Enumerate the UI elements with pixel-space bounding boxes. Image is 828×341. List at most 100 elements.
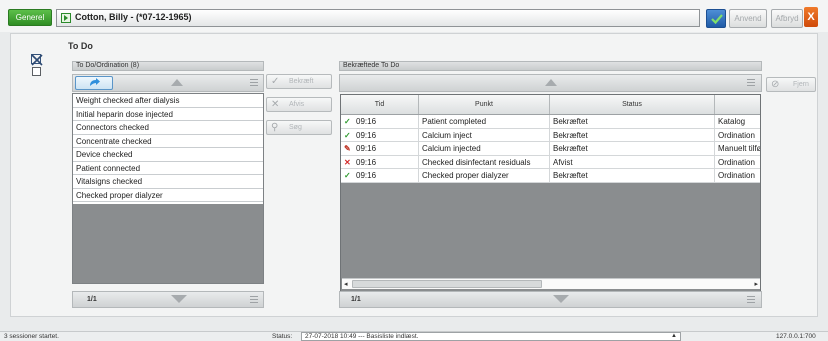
top-toolbar: Generel Cotton, Billy - (*07-12-1965) An… — [0, 0, 828, 32]
table-row[interactable]: ✕ 09:16 Checked disinfectant residuals Afvi… — [341, 155, 760, 169]
check-icon: ✓ — [344, 171, 351, 180]
afvis-label: Afvis — [289, 101, 305, 108]
column-header-tid[interactable]: Tid — [341, 95, 419, 114]
status-dropdown[interactable]: 27-07-2018 10:49 --- Basisliste indlæst.… — [301, 332, 681, 341]
cell-source: Ordination — [715, 156, 760, 169]
confirmed-panel-title: Bekræftede To Do — [339, 61, 762, 71]
list-item[interactable]: Vitalsigns checked — [73, 175, 263, 189]
scroll-up-icon[interactable] — [171, 79, 183, 86]
cross-icon: ✕ — [271, 99, 280, 110]
table-row[interactable]: ✓ 09:16 Calcium inject Bekræftet Ordination — [341, 128, 760, 142]
cell-punkt: Checked proper dialyzer — [419, 169, 550, 182]
scroll-up-icon[interactable] — [545, 79, 557, 86]
fjern-label: Fjern — [793, 81, 809, 88]
confirmed-table: Tid Punkt Status ✓ 09:16 Patient completed… — [340, 94, 761, 292]
fjern-button[interactable]: ⊘ Fjern — [766, 77, 816, 92]
tid-value: 09:16 — [356, 144, 377, 153]
cell-status: Afvist — [550, 155, 715, 168]
todo-pager: 1/1 — [87, 296, 97, 303]
patient-icon — [61, 13, 71, 23]
cell-punkt: Calcium inject — [419, 128, 550, 141]
todo-list: Weight checked after dialysis Initial hep… — [73, 94, 263, 204]
close-button[interactable]: X — [804, 7, 818, 27]
cell-status: Bekræftet — [550, 115, 715, 128]
cell-status: Bekræftet — [550, 169, 715, 182]
cell-source: Katalog — [715, 115, 760, 128]
afvis-button[interactable]: ✕ Afvis — [266, 97, 332, 112]
bekraeft-label: Bekræft — [289, 78, 314, 85]
check-all-checkbox[interactable] — [31, 54, 43, 66]
generel-button[interactable]: Generel — [8, 9, 52, 26]
soeg-label: Søg — [289, 124, 302, 131]
patient-name: Cotton, Billy - (*07-12-1965) — [75, 12, 192, 22]
cross-icon: ✕ — [344, 157, 351, 167]
list-item[interactable]: Initial heparin dose injected — [73, 108, 263, 121]
tid-value: 09:16 — [356, 157, 377, 167]
confirmed-panel-footer: 1/1 — [339, 291, 762, 308]
refresh-icon — [90, 78, 100, 86]
scroll-top-icon[interactable] — [249, 78, 259, 88]
tid-value: 09:16 — [356, 130, 377, 140]
horizontal-scrollbar[interactable]: ◂ ▸ — [342, 278, 760, 289]
pencil-icon: ✎ — [344, 144, 351, 153]
table-header: Tid Punkt Status — [341, 95, 760, 115]
cross-mark-icon — [31, 54, 43, 66]
list-item[interactable]: Weight checked after dialysis — [73, 94, 263, 108]
tid-value: 09:16 — [356, 171, 377, 180]
check-icon: ✓ — [271, 76, 280, 87]
search-icon: ⚲ — [271, 122, 279, 133]
scrollbar-thumb[interactable] — [352, 280, 542, 288]
dropdown-arrow-icon[interactable]: ▲ — [671, 333, 677, 340]
list-item[interactable]: Patient connected — [73, 162, 263, 175]
table-row[interactable]: ✓ 09:16 Patient completed Bekræftet Katalog — [341, 115, 760, 129]
status-bar: 3 sessioner startet. Status: 27-07-2018 … — [0, 331, 828, 341]
cell-source: Manuelt tilfø — [715, 142, 760, 155]
scroll-right-icon[interactable]: ▸ — [754, 280, 758, 288]
scroll-down-icon[interactable] — [171, 295, 187, 303]
bekraeft-button[interactable]: ✓ Bekræft — [266, 74, 332, 89]
sessions-text: 3 sessioner startet. — [4, 333, 59, 340]
check-icon: ✓ — [344, 130, 351, 140]
cell-source: Ordination — [715, 169, 760, 182]
scroll-top-icon[interactable] — [746, 78, 756, 88]
table-row[interactable]: ✎ 09:16 Calcium injected Bekræftet Manuelt t… — [341, 142, 760, 156]
afbryd-button[interactable]: Afbryd — [771, 9, 803, 28]
list-item[interactable]: Device checked — [73, 148, 263, 162]
confirmed-pager: 1/1 — [351, 296, 361, 303]
column-header-punkt[interactable]: Punkt — [419, 95, 550, 114]
cell-punkt: Checked disinfectant residuals — [419, 155, 550, 168]
cell-punkt: Patient completed — [419, 115, 550, 128]
table-row[interactable]: ✓ 09:16 Checked proper dialyzer Bekræftet Or… — [341, 169, 760, 183]
status-value: 27-07-2018 10:49 --- Basisliste indlæst. — [305, 333, 419, 340]
scroll-down-icon[interactable] — [553, 295, 569, 303]
patient-selector[interactable]: Cotton, Billy - (*07-12-1965) — [56, 9, 700, 27]
cell-tid: ✓ 09:16 — [341, 115, 419, 128]
remove-icon: ⊘ — [771, 79, 780, 90]
todo-panel-footer: 1/1 — [72, 291, 264, 308]
list-item[interactable]: Checked proper dialyzer — [73, 189, 263, 202]
table-body: ✓ 09:16 Patient completed Bekræftet Katalog ✓… — [341, 115, 760, 183]
scroll-bottom-icon[interactable] — [249, 295, 259, 305]
cell-punkt: Calcium injected — [419, 142, 550, 155]
confirmed-panel-scroll-header — [339, 74, 762, 92]
scroll-bottom-icon[interactable] — [746, 295, 756, 305]
cell-tid: ✓ 09:16 — [341, 169, 419, 182]
scroll-left-icon[interactable]: ◂ — [344, 280, 348, 288]
soeg-button[interactable]: ⚲ Søg — [266, 120, 332, 135]
checkmark-icon — [711, 14, 723, 25]
list-item[interactable]: Concentrate checked — [73, 135, 263, 148]
uncheck-all-checkbox[interactable] — [32, 67, 41, 76]
confirm-check-button[interactable] — [706, 9, 726, 28]
list-item[interactable]: Connectors checked — [73, 121, 263, 135]
anvend-button[interactable]: Anvend — [729, 9, 767, 28]
ip-address: 127.0.0.1:700 — [776, 333, 816, 340]
cell-tid: ✕ 09:16 — [341, 155, 419, 168]
column-header-source[interactable] — [715, 95, 760, 114]
refresh-button[interactable] — [75, 76, 113, 90]
column-header-status[interactable]: Status — [550, 95, 715, 114]
check-icon: ✓ — [344, 117, 351, 126]
todo-panel-title: To Do/Ordination (8) — [72, 61, 264, 71]
cell-tid: ✎ 09:16 — [341, 142, 419, 155]
cell-status: Bekræftet — [550, 142, 715, 155]
cell-source: Ordination — [715, 129, 760, 142]
